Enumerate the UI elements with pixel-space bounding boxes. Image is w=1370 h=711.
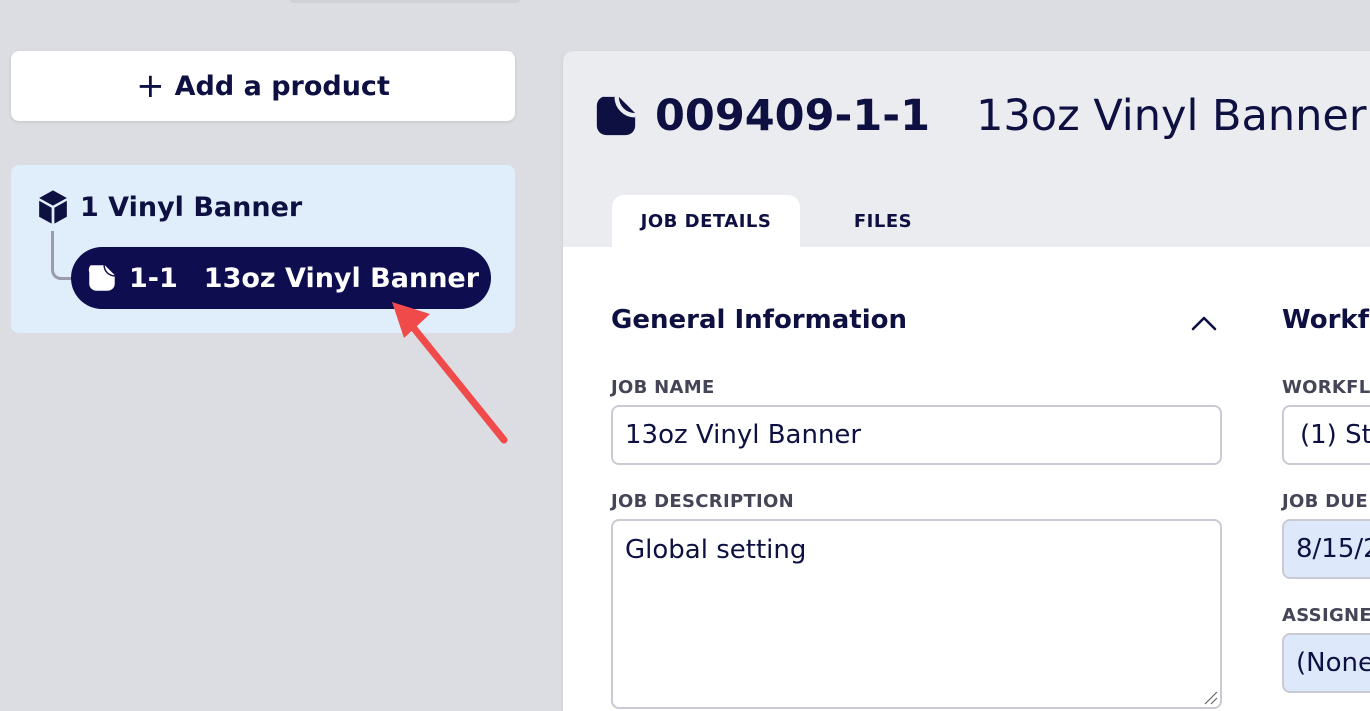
product-tree: 1 Vinyl Banner 1-1 13oz Vinyl Banner	[11, 165, 515, 333]
add-product-button[interactable]: + Add a product	[11, 51, 515, 121]
product-item-id: 1-1	[129, 262, 178, 294]
job-description-field[interactable]: Global setting	[611, 519, 1222, 709]
job-title: 13oz Vinyl Banner	[976, 91, 1367, 141]
tab-content: General Information JOB NAME 13oz Vinyl …	[563, 247, 1370, 711]
job-description-text: Global setting	[625, 535, 807, 565]
tab-files[interactable]: FILES	[813, 195, 953, 247]
assigned-select[interactable]: (None	[1282, 633, 1370, 693]
plus-icon: +	[136, 66, 165, 106]
product-group-label: 1 Vinyl Banner	[80, 191, 303, 223]
sticker-icon	[88, 265, 115, 291]
tab-job-details[interactable]: JOB DETAILS	[612, 195, 800, 247]
sticker-icon	[596, 96, 636, 136]
job-due-label: JOB DUE	[1282, 491, 1368, 512]
job-panel: 009409-1-1 13oz Vinyl Banner JOB DETAILS…	[563, 51, 1370, 711]
workflow-label: WORKFLO	[1282, 377, 1370, 398]
job-header: 009409-1-1 13oz Vinyl Banner	[593, 91, 1367, 141]
product-item-selected[interactable]: 1-1 13oz Vinyl Banner	[71, 247, 491, 309]
job-name-field[interactable]: 13oz Vinyl Banner	[611, 405, 1222, 465]
assigned-label: ASSIGNEI	[1282, 605, 1370, 626]
job-name-label: JOB NAME	[611, 377, 715, 398]
product-group-item[interactable]: 1 Vinyl Banner	[36, 189, 302, 225]
product-item-name: 13oz Vinyl Banner	[203, 262, 480, 294]
top-strip-decoration	[290, 0, 520, 3]
chevron-up-icon[interactable]	[1189, 311, 1219, 335]
cube-icon	[39, 190, 67, 224]
job-number: 009409-1-1	[655, 91, 931, 141]
workflow-select[interactable]: (1) Sta	[1282, 405, 1370, 465]
add-product-label: Add a product	[174, 70, 390, 102]
job-description-label: JOB DESCRIPTION	[611, 491, 794, 512]
job-due-field[interactable]: 8/15/2	[1282, 519, 1370, 579]
workflow-title: Workf	[1282, 305, 1370, 335]
general-info-title: General Information	[611, 305, 907, 335]
resize-grip-icon[interactable]	[1202, 689, 1218, 705]
